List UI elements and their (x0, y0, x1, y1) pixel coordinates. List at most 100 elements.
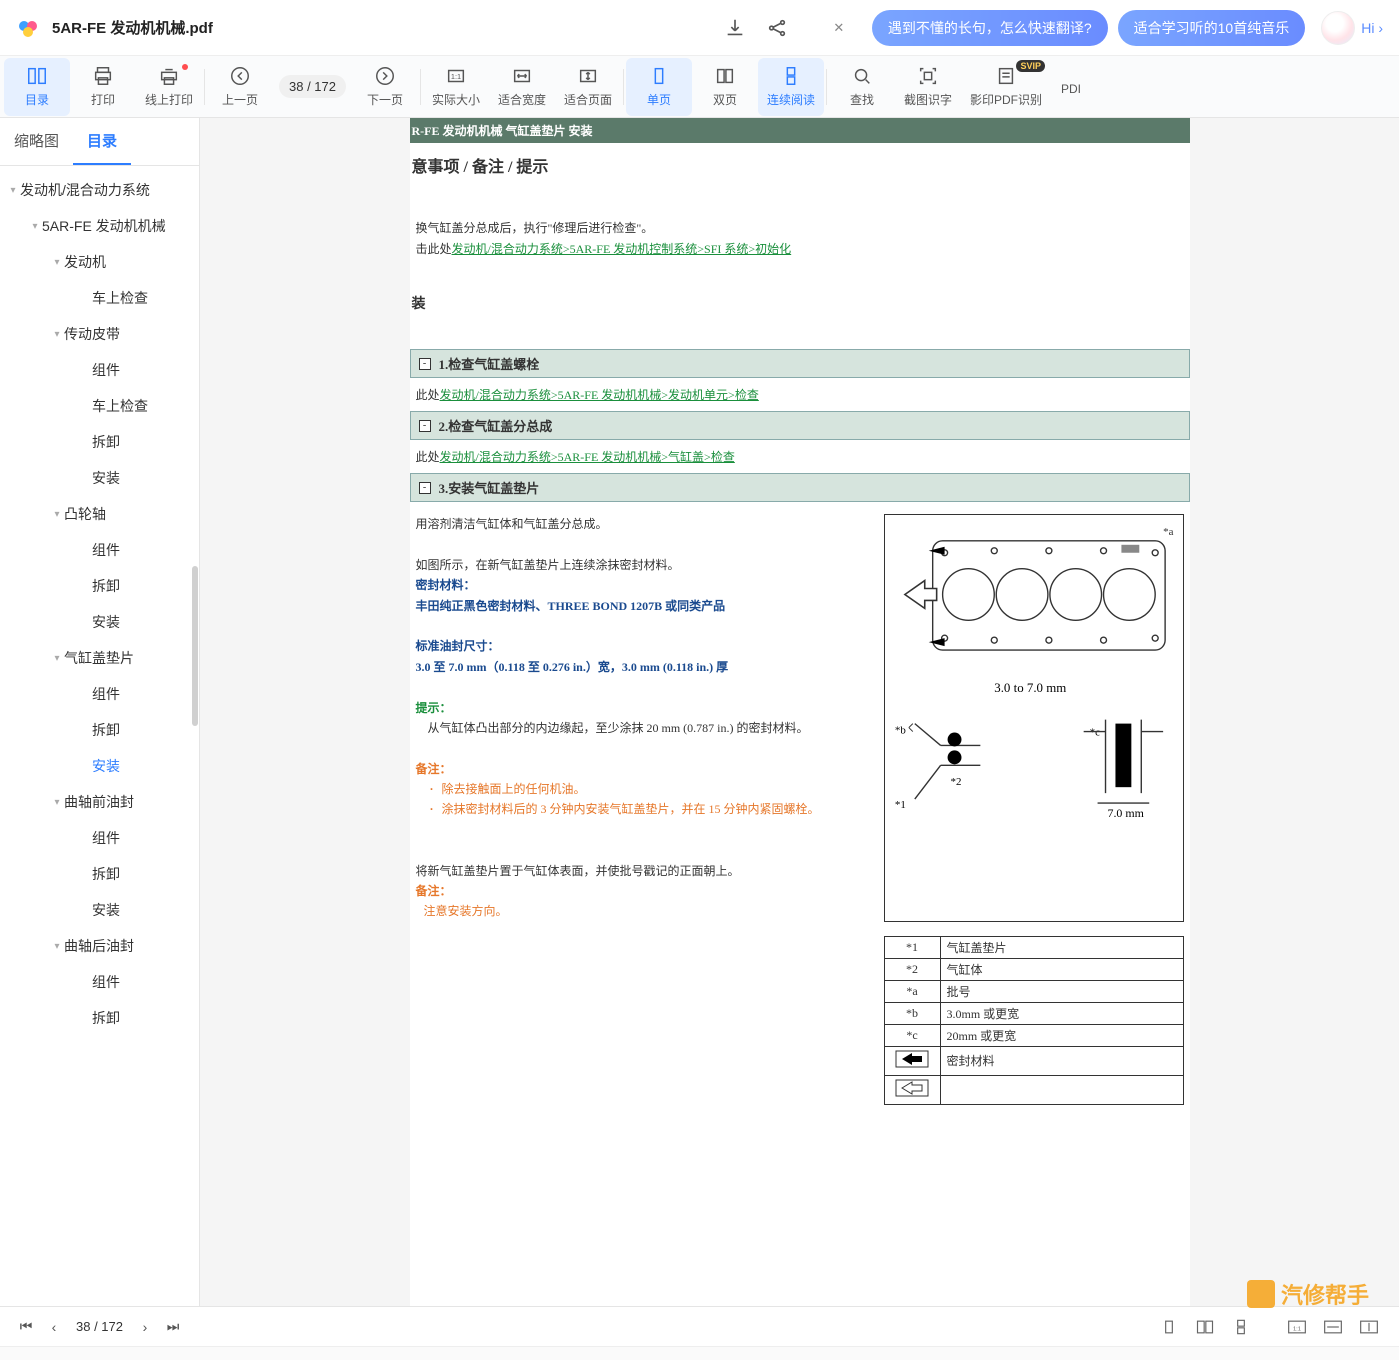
legend-row: *2气缸体 (884, 958, 1183, 980)
toc-label: 安装 (92, 468, 120, 488)
s1-link[interactable]: 发动机/混合动力系统>5AR-FE 发动机机械>发动机单元>检查 (440, 388, 759, 402)
prev-page-bottom-button[interactable]: ‹ (40, 1319, 68, 1335)
toc-item[interactable]: 拆卸 (0, 568, 199, 604)
collapse-icon[interactable]: - (419, 482, 431, 494)
legend-value (940, 1075, 1183, 1104)
catalog-button[interactable]: 目录 (4, 58, 70, 116)
legend-row: *a批号 (884, 980, 1183, 1002)
toc-item[interactable]: ▾曲轴后油封 (0, 928, 199, 964)
toc-item[interactable]: 车上检查 (0, 280, 199, 316)
fit-page-button[interactable]: 适合页面 (555, 58, 621, 116)
s3-mat: 丰田纯正黑色密封材料、THREE BOND 1207B 或同类产品 (416, 596, 870, 616)
toc-label: 气缸盖垫片 (64, 648, 134, 668)
tab-thumbnails[interactable]: 缩略图 (0, 118, 73, 165)
section-3-header[interactable]: - 3.安装气缸盖垫片 (410, 473, 1190, 502)
toc-item[interactable]: 安装 (0, 748, 199, 784)
toc-item[interactable]: 拆卸 (0, 424, 199, 460)
online-print-button[interactable]: 线上打印 (136, 58, 202, 116)
toc-item[interactable]: 组件 (0, 532, 199, 568)
toc-label: 组件 (92, 540, 120, 560)
s2-link[interactable]: 发动机/混合动力系统>5AR-FE 发动机机械>气缸盖>检查 (440, 450, 735, 464)
download-icon[interactable] (724, 17, 746, 39)
view-single-icon[interactable] (1155, 1316, 1183, 1338)
toc-item[interactable]: 组件 (0, 964, 199, 1000)
zoom-fitp-icon[interactable] (1355, 1316, 1383, 1338)
toc-item[interactable]: ▾曲轴前油封 (0, 784, 199, 820)
toc-item[interactable]: 拆卸 (0, 856, 199, 892)
next-page-button[interactable]: 下一页 (352, 58, 418, 116)
zoom-fitw-icon[interactable] (1319, 1316, 1347, 1338)
next-page-bottom-button[interactable]: › (131, 1319, 159, 1335)
section-1-link-row: 此处发动机/混合动力系统>5AR-FE 发动机机械>发动机单元>检查 (410, 384, 1190, 405)
toc-item[interactable]: ▾传动皮带 (0, 316, 199, 352)
legend-row: *b3.0mm 或更宽 (884, 1002, 1183, 1024)
single-label: 单页 (647, 91, 671, 108)
s3-mat-label: 密封材料： (416, 575, 870, 595)
toc-item[interactable]: 拆卸 (0, 1000, 199, 1036)
first-page-button[interactable]: ⏮ (12, 1318, 40, 1335)
section-1-header[interactable]: - 1.检查气缸盖螺栓 (410, 349, 1190, 378)
fit-width-button[interactable]: 适合宽度 (489, 58, 555, 116)
close-suggestion-icon[interactable]: ✕ (828, 17, 850, 39)
pdf-more-button[interactable]: PDI (1051, 58, 1091, 116)
legend-value: 密封材料 (940, 1046, 1183, 1075)
gasket-diagram-icon: *a *b *1 *2 (885, 515, 1183, 912)
toc-item[interactable]: ▾发动机 (0, 244, 199, 280)
avatar[interactable] (1321, 11, 1355, 45)
tab-toc[interactable]: 目录 (73, 118, 131, 165)
share-icon[interactable] (766, 17, 788, 39)
toc-item[interactable]: ▾5AR-FE 发动机机械 (0, 208, 199, 244)
toc-item[interactable]: 安装 (0, 604, 199, 640)
toc-item[interactable]: 安装 (0, 892, 199, 928)
intro-2-link[interactable]: 发动机/混合动力系统>5AR-FE 发动机控制系统>SFI 系统>初始化 (452, 242, 792, 256)
intro-1: 换气缸盖分总成后，执行"修理后进行检查"。 (410, 217, 1190, 238)
suggestion-pill-1[interactable]: 遇到不懂的长句，怎么快速翻译? (872, 10, 1108, 46)
s3-note2-txt: 注意安装方向。 (416, 901, 870, 921)
continuous-read-button[interactable]: 连续阅读 (758, 58, 824, 116)
clip-ocr-button[interactable]: 截图识字 (895, 58, 961, 116)
title-bar: 5AR-FE 发动机机械.pdf ✕ 遇到不懂的长句，怎么快速翻译? 适合学习听… (0, 0, 1399, 56)
toc-item[interactable]: 拆卸 (0, 712, 199, 748)
toc-item[interactable]: 车上检查 (0, 388, 199, 424)
toc-label: 车上检查 (92, 288, 148, 308)
fit-width-label: 适合宽度 (498, 91, 546, 108)
hi-label[interactable]: Hi › (1361, 20, 1383, 36)
find-button[interactable]: 查找 (829, 58, 895, 116)
intro-2-pre: 击此处 (416, 242, 452, 256)
caret-icon: ▾ (50, 653, 64, 664)
suggestion-pill-2[interactable]: 适合学习听的10首纯音乐 (1118, 10, 1306, 46)
legend-row: *c20mm 或更宽 (884, 1024, 1183, 1046)
clip-ocr-label: 截图识字 (904, 91, 952, 108)
legend-value: 气缸体 (940, 958, 1183, 980)
page-indicator[interactable]: 38 / 172 (279, 75, 346, 98)
toc-label: 拆卸 (92, 864, 120, 884)
print-button[interactable]: 打印 (70, 58, 136, 116)
toc-label: 拆卸 (92, 576, 120, 596)
fit-page-label: 适合页面 (564, 91, 612, 108)
toc-item[interactable]: 安装 (0, 460, 199, 496)
tree-scrollbar[interactable] (192, 566, 198, 726)
toc-item[interactable]: 组件 (0, 352, 199, 388)
toc-item[interactable]: ▾发动机/混合动力系统 (0, 172, 199, 208)
caret-icon: ▾ (28, 221, 42, 232)
horizontal-scrollbar[interactable] (0, 1346, 1399, 1360)
section-2-header[interactable]: - 2.检查气缸盖分总成 (410, 411, 1190, 440)
actual-size-button[interactable]: 1:1 实际大小 (423, 58, 489, 116)
single-page-button[interactable]: 单页 (626, 58, 692, 116)
watermark: 汽修帮手 (1247, 1278, 1369, 1310)
view-continuous-icon[interactable] (1227, 1316, 1255, 1338)
double-page-button[interactable]: 双页 (692, 58, 758, 116)
collapse-icon[interactable]: - (419, 420, 431, 432)
scan-pdf-button[interactable]: SVIP 影印PDF识别 (961, 58, 1051, 116)
toc-item[interactable]: ▾凸轮轴 (0, 496, 199, 532)
toc-label: 组件 (92, 360, 120, 380)
toc-item[interactable]: ▾气缸盖垫片 (0, 640, 199, 676)
last-page-button[interactable]: ⏭ (159, 1318, 187, 1335)
collapse-icon[interactable]: - (419, 358, 431, 370)
toc-item[interactable]: 组件 (0, 820, 199, 856)
zoom-11-icon[interactable]: 1:1 (1283, 1316, 1311, 1338)
prev-page-button[interactable]: 上一页 (207, 58, 273, 116)
page-area[interactable]: R-FE 发动机机械 气缸盖垫片 安装 意事项 / 备注 / 提示 换气缸盖分总… (200, 118, 1399, 1306)
view-double-icon[interactable] (1191, 1316, 1219, 1338)
toc-item[interactable]: 组件 (0, 676, 199, 712)
